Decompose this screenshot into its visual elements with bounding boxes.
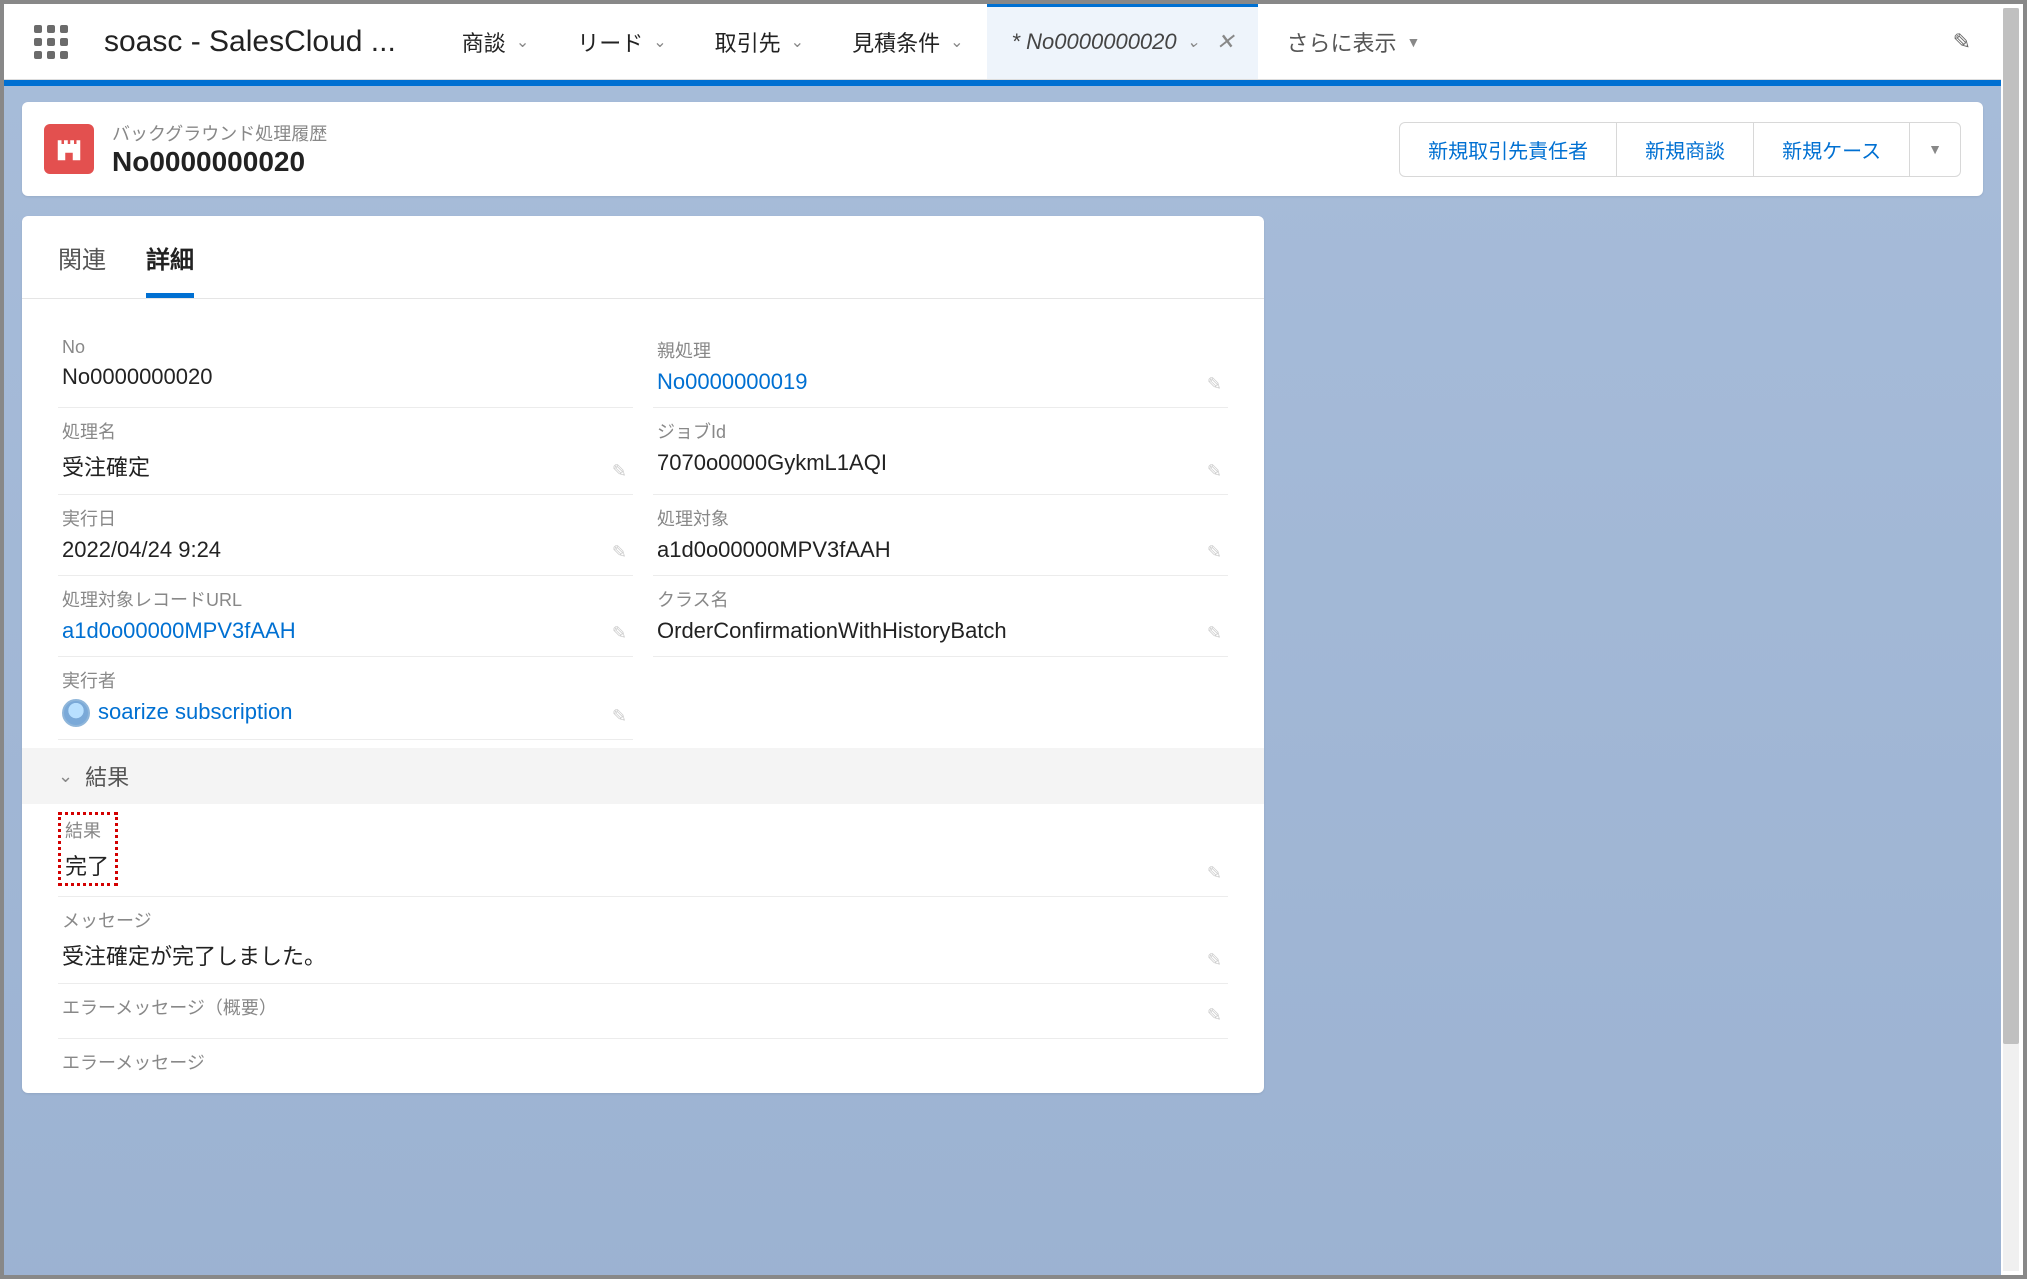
field-parent: 親処理 No0000000019 ✎ (653, 327, 1228, 408)
caret-down-icon: ▼ (1407, 34, 1421, 50)
nav-item-record-tab[interactable]: * No0000000020 ⌄ ✕ (987, 4, 1258, 79)
executor-name: soarize subscription (98, 699, 292, 724)
chevron-down-icon: ⌄ (516, 32, 529, 52)
field-value-link[interactable]: No0000000019 (657, 369, 1224, 395)
pencil-icon[interactable]: ✎ (1207, 950, 1222, 971)
field-label: 実行日 (62, 505, 629, 531)
field-value: No0000000020 (62, 364, 629, 390)
nav-more-label: さらに表示 (1286, 26, 1396, 58)
field-value-user[interactable]: soarize subscription (62, 699, 629, 727)
field-record-url: 処理対象レコードURL a1d0o00000MPV3fAAH ✎ (58, 576, 633, 657)
record-header: バックグラウンド処理履歴 No0000000020 新規取引先責任者 新規商談 … (22, 102, 1983, 196)
nav-active-label: * No0000000020 (1011, 29, 1176, 55)
nav-items: 商談 ⌄ リード ⌄ 取引先 ⌄ 見積条件 ⌄ * No0000000020 (438, 4, 1441, 79)
section-title: 結果 (85, 760, 129, 792)
field-label: エラーメッセージ（概要） (62, 994, 1224, 1020)
record-type-label: バックグラウンド処理履歴 (112, 120, 327, 146)
nav-item-quote[interactable]: 見積条件 ⌄ (828, 4, 987, 79)
pencil-icon[interactable]: ✎ (612, 706, 627, 727)
field-value: 7070o0000GykmL1AQI (657, 450, 1224, 476)
caret-down-icon: ▼ (1928, 141, 1942, 157)
top-nav: soasc - SalesCloud ... 商談 ⌄ リード ⌄ 取引先 ⌄ … (4, 4, 2001, 80)
field-label: 実行者 (62, 667, 629, 693)
field-label: メッセージ (62, 907, 1224, 933)
detail-tabs: 関連 詳細 (22, 216, 1264, 299)
field-result: 結果 完了 ✎ (58, 804, 1228, 897)
field-value: 受注確定 (62, 450, 629, 482)
field-value: OrderConfirmationWithHistoryBatch (657, 618, 1224, 644)
chevron-down-icon: ⌄ (950, 32, 963, 52)
field-message: メッセージ 受注確定が完了しました。 ✎ (58, 897, 1228, 984)
field-label: エラーメッセージ (62, 1049, 1224, 1075)
pencil-icon[interactable]: ✎ (1207, 1005, 1222, 1026)
more-actions-button[interactable]: ▼ (1910, 122, 1961, 177)
new-opportunity-button[interactable]: 新規商談 (1617, 122, 1754, 177)
pencil-icon[interactable]: ✎ (612, 461, 627, 482)
field-value: 2022/04/24 9:24 (62, 537, 629, 563)
field-label: No (62, 337, 629, 358)
nav-item-account[interactable]: 取引先 ⌄ (691, 4, 828, 79)
header-actions: 新規取引先責任者 新規商談 新規ケース ▼ (1399, 122, 1961, 177)
field-error-summary: エラーメッセージ（概要） ✎ (58, 984, 1228, 1039)
field-class-name: クラス名 OrderConfirmationWithHistoryBatch ✎ (653, 576, 1228, 657)
field-exec-date: 実行日 2022/04/24 9:24 ✎ (58, 495, 633, 576)
chevron-down-icon: ⌄ (791, 32, 804, 52)
field-executor: 実行者 soarize subscription ✎ (58, 657, 633, 740)
nav-item-lead[interactable]: リード ⌄ (553, 4, 690, 79)
pencil-icon[interactable]: ✎ (1207, 542, 1222, 563)
scrollbar-thumb[interactable] (2003, 8, 2019, 1044)
pencil-icon[interactable]: ✎ (1207, 374, 1222, 395)
field-no: No No0000000020 (58, 327, 633, 408)
field-label: 処理対象 (657, 505, 1224, 531)
nav-label: 商談 (462, 26, 506, 58)
chevron-down-icon: ⌄ (58, 766, 73, 787)
nav-more[interactable]: さらに表示 ▼ (1266, 4, 1440, 79)
chevron-down-icon: ⌄ (653, 32, 666, 52)
pencil-icon[interactable]: ✎ (1207, 461, 1222, 482)
app-name: soasc - SalesCloud ... (104, 25, 396, 59)
pencil-icon[interactable]: ✎ (1207, 863, 1222, 884)
field-value-link[interactable]: a1d0o00000MPV3fAAH (62, 618, 629, 644)
edit-nav-icon[interactable]: ✎ (1941, 29, 1983, 55)
app-launcher-icon[interactable] (34, 25, 68, 59)
new-case-button[interactable]: 新規ケース (1754, 122, 1910, 177)
page-body: バックグラウンド処理履歴 No0000000020 新規取引先責任者 新規商談 … (4, 80, 2001, 1275)
field-label: 処理対象レコードURL (62, 586, 629, 612)
section-header-result[interactable]: ⌄ 結果 (22, 748, 1264, 804)
field-error-message: エラーメッセージ (58, 1039, 1228, 1093)
field-label: ジョブId (657, 418, 1224, 444)
close-icon[interactable]: ✕ (1216, 29, 1234, 55)
tab-related[interactable]: 関連 (58, 240, 106, 298)
nav-label: 見積条件 (852, 26, 940, 58)
pencil-icon[interactable]: ✎ (612, 623, 627, 644)
field-value: 受注確定が完了しました。 (62, 939, 1224, 971)
field-label: 処理名 (62, 418, 629, 444)
chevron-down-icon: ⌄ (1187, 32, 1200, 52)
nav-label: 取引先 (715, 26, 781, 58)
record-name: No0000000020 (112, 146, 327, 178)
castle-icon (54, 134, 84, 164)
tab-detail[interactable]: 詳細 (146, 240, 194, 298)
field-target: 処理対象 a1d0o00000MPV3fAAH ✎ (653, 495, 1228, 576)
fields-grid: No No0000000020 親処理 No0000000019 ✎ 処理名 受… (22, 299, 1264, 1093)
detail-panel: 関連 詳細 No No0000000020 親処理 No0000000019 ✎ (22, 216, 1264, 1093)
nav-label: リード (577, 26, 643, 58)
field-value: a1d0o00000MPV3fAAH (657, 537, 1224, 563)
highlight-annotation: 結果 完了 (58, 812, 118, 886)
field-value: 完了 (65, 849, 109, 881)
field-label: 親処理 (657, 337, 1224, 363)
field-label: クラス名 (657, 586, 1224, 612)
new-contact-button[interactable]: 新規取引先責任者 (1399, 122, 1617, 177)
field-job-id: ジョブId 7070o0000GykmL1AQI ✎ (653, 408, 1228, 495)
pencil-icon[interactable]: ✎ (1207, 623, 1222, 644)
field-process-name: 処理名 受注確定 ✎ (58, 408, 633, 495)
record-type-icon (44, 124, 94, 174)
field-label: 結果 (65, 817, 109, 843)
user-avatar-icon (62, 699, 90, 727)
nav-item-opportunity[interactable]: 商談 ⌄ (438, 4, 553, 79)
app-window: soasc - SalesCloud ... 商談 ⌄ リード ⌄ 取引先 ⌄ … (0, 0, 2027, 1279)
pencil-icon[interactable]: ✎ (612, 542, 627, 563)
scrollbar[interactable] (2003, 8, 2019, 1271)
